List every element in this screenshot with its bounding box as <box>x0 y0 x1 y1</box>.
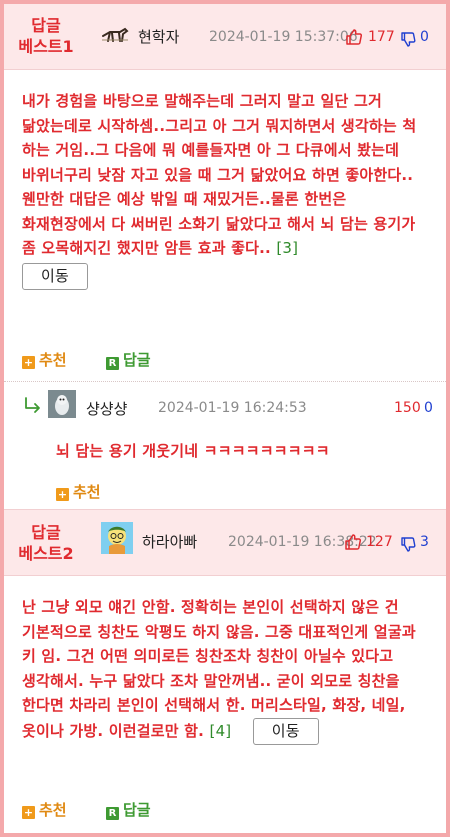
reply-body: 뇌 담는 용기 개웃기네 ㅋㅋㅋㅋㅋㅋㅋㅋㅋ <box>56 439 426 464</box>
reply-r-icon: R <box>106 357 119 370</box>
best1-recommend-label: 추천 <box>39 351 67 369</box>
best1-nickname[interactable]: 현학자 <box>138 26 179 47</box>
cartoon-avatar-icon[interactable] <box>101 522 133 554</box>
best1-up-count: 177 <box>368 29 395 45</box>
best1-reply-button[interactable]: R 답글 <box>106 349 151 370</box>
best2-body-text: 난 그냥 외모 얘긴 안함. 정확히는 본인이 선택하지 않은 건 기본적으로 … <box>22 598 416 740</box>
best2-reply-label: 답글 <box>123 801 151 819</box>
reply-up-count: 150 <box>394 400 421 416</box>
reply-recommend-label: 추천 <box>73 483 101 501</box>
thumbs-down-icon[interactable] <box>400 536 416 552</box>
best1-recommend-button[interactable]: + 추천 <box>22 349 67 370</box>
best2-recommend-label: 추천 <box>39 801 67 819</box>
plus-icon: + <box>56 488 69 501</box>
reply-down-count: 0 <box>424 400 433 416</box>
best2-reply-button[interactable]: R 답글 <box>106 799 151 820</box>
best2-tag-line1: 답글 <box>31 523 61 542</box>
comment-frame: 답글 베스트1 현학자 2024-01-19 15:37:06 177 0 내가… <box>0 0 450 837</box>
best1-down-count: 0 <box>420 29 429 45</box>
best1-tag-line2: 베스트1 <box>18 37 74 56</box>
best1-body: 내가 경험을 바탕으로 말해주는데 그러지 말고 일단 그거 닮았는데로 시작하… <box>22 89 434 290</box>
best2-down-count: 3 <box>420 534 429 550</box>
best2-tag: 답글 베스트2 <box>4 522 88 564</box>
best1-tag: 답글 베스트1 <box>4 15 88 57</box>
best2-nickname[interactable]: 하라아빠 <box>142 531 197 552</box>
reply-recommend-button[interactable]: + 추천 <box>56 481 101 502</box>
best2-recommend-button[interactable]: + 추천 <box>22 799 67 820</box>
reply-r-icon: R <box>106 807 119 820</box>
best1-header: 답글 베스트1 현학자 2024-01-19 15:37:06 177 0 <box>4 4 446 70</box>
best2-body: 난 그냥 외모 얘긴 안함. 정확히는 본인이 선택하지 않은 건 기본적으로 … <box>22 595 434 745</box>
animal-avatar-icon[interactable] <box>100 21 130 49</box>
best1-date: 2024-01-19 15:37:06 <box>209 29 358 45</box>
best2-up-count: 127 <box>366 534 393 550</box>
thumbs-up-icon[interactable] <box>344 533 362 551</box>
plus-icon: + <box>22 356 35 369</box>
thumbs-up-icon[interactable] <box>345 28 363 46</box>
best1-tag-line1: 답글 <box>31 16 61 35</box>
best2-move-button[interactable]: 이동 <box>252 717 319 745</box>
bird-avatar-icon[interactable] <box>48 390 76 418</box>
best1-reply-label: 답글 <box>123 351 151 369</box>
best2-tag-line2: 베스트2 <box>18 544 74 563</box>
best2-header: 답글 베스트2 하라아빠 2024-01-19 16:38:22 127 3 <box>4 509 446 576</box>
best1-body-text: 내가 경험을 바탕으로 말해주는데 그러지 말고 일단 그거 닮았는데로 시작하… <box>22 92 417 257</box>
best1-ref-count[interactable]: [3] <box>276 239 298 257</box>
reply-arrow-icon <box>25 397 40 413</box>
reply-date: 2024-01-19 16:24:53 <box>158 400 307 416</box>
thumbs-down-icon[interactable] <box>400 31 416 47</box>
reply-nickname[interactable]: 샹샹샹 <box>86 398 127 419</box>
best1-move-button[interactable]: 이동 <box>22 262 88 290</box>
reply-body-text: 뇌 담는 용기 개웃기네 ㅋㅋㅋㅋㅋㅋㅋㅋㅋ <box>56 442 330 460</box>
divider <box>4 381 446 382</box>
plus-icon: + <box>22 806 35 819</box>
best2-ref-count[interactable]: [4] <box>210 722 232 740</box>
